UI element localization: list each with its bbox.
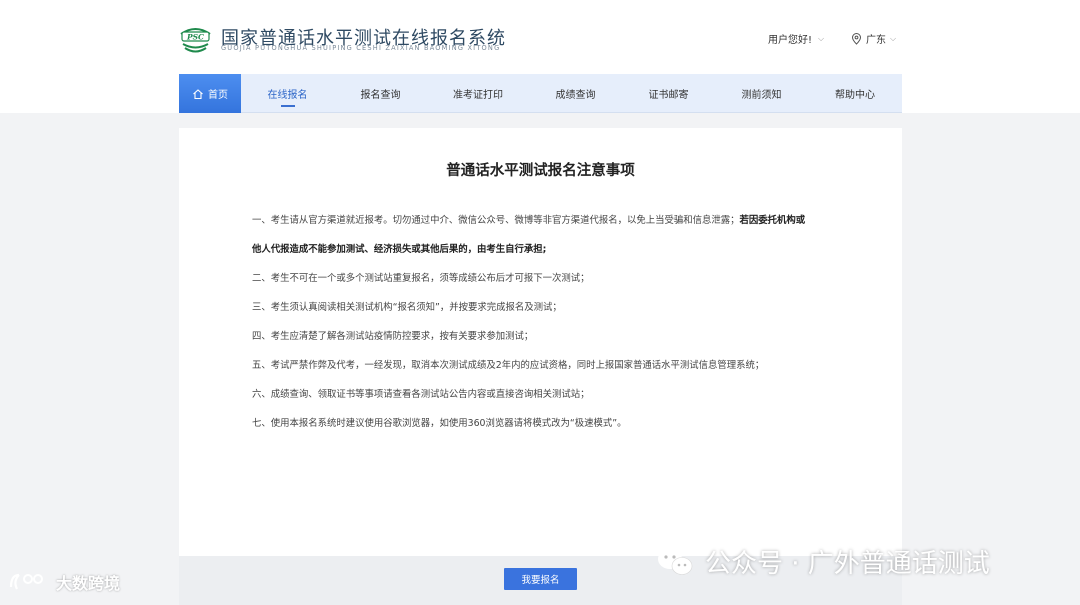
notice-title: 普通话水平测试报名注意事项 xyxy=(446,163,635,179)
nav-item-online-registration[interactable]: 在线报名 xyxy=(241,74,334,113)
wechat-icon xyxy=(658,548,693,575)
nav-label: 在线报名 xyxy=(267,90,308,101)
nav-item-certificate-mailing[interactable]: 证书邮寄 xyxy=(622,74,715,113)
notice-item-1: 一、考生请从官方渠道就近报考。切勿通过中介、微信公众号、微博等非官方渠道代报名，… xyxy=(252,212,805,226)
psc-emblem-icon: PSC xyxy=(180,28,211,53)
watermark-left: 大数跨境 xyxy=(8,570,120,594)
nav-item-score-query[interactable]: 成绩查询 xyxy=(529,74,622,113)
user-menu[interactable]: 用户您好! ⌵ xyxy=(768,31,825,47)
nav-label: 测前须知 xyxy=(741,90,782,101)
nav-item-home[interactable]: 首页 xyxy=(179,74,241,113)
nav-label: 准考证打印 xyxy=(453,90,503,101)
notice-item-3: 三、考生须认真阅读相关测试机构“报名须知”，并按要求完成报名及测试； xyxy=(252,302,562,313)
notice-item-2: 二、考生不可在一个或多个测试站重复报名，须等成绩公布后才可报下一次测试； xyxy=(252,273,590,284)
notice-item-1-bold-continued: 他人代报造成不能参加测试、经济损失或其他后果的，由考生自行承担; xyxy=(252,244,547,255)
chevron-down-icon: ⌵ xyxy=(890,33,897,43)
region-selector[interactable]: 广东 ⌵ xyxy=(851,31,896,46)
site-title-pinyin: GUOJIA PUTONGHUA SHUIPING CESHI ZAIXIAN … xyxy=(221,44,501,52)
notice-item-4: 四、考生应清楚了解各测试站疫情防控要求，按有关要求参加测试； xyxy=(252,331,534,342)
watermark-right-text: 公众号 · 广外普通话测试 xyxy=(705,549,990,579)
notice-item-1-continued: 他人代报造成不能参加测试、经济损失或其他后果的，由考生自行承担; xyxy=(252,241,546,255)
user-greeting-label: 用户您好! xyxy=(768,35,813,46)
emblem-text: PSC xyxy=(186,33,204,42)
home-icon xyxy=(193,88,203,99)
apply-button[interactable]: 我要报名 xyxy=(504,568,577,590)
chevron-down-icon: ⌵ xyxy=(818,33,825,43)
nav-label: 报名查询 xyxy=(360,90,401,101)
notice-item-1-text: 一、考生请从官方渠道就近报考。切勿通过中介、微信公众号、微博等非官方渠道代报名，… xyxy=(252,215,740,226)
brand-logo-icon xyxy=(9,573,43,590)
watermark-right: 公众号 · 广外普通话测试 xyxy=(655,543,990,580)
notice-item-7: 七、使用本报名系统时建议使用谷歌浏览器，如使用360浏览器请将模式改为“极速模式… xyxy=(252,418,627,429)
notice-item-1-bold: 若因委托机构或 xyxy=(739,215,806,226)
nav-label: 成绩查询 xyxy=(555,90,596,101)
nav-label: 帮助中心 xyxy=(835,90,875,101)
nav-item-admission-ticket[interactable]: 准考证打印 xyxy=(427,74,529,113)
nav-active-indicator xyxy=(281,105,295,107)
watermark-left-text: 大数跨境 xyxy=(56,574,121,593)
notice-card: 普通话水平测试报名注意事项 一、考生请从官方渠道就近报考。切勿通过中介、微信公众… xyxy=(179,128,902,556)
top-header: PSC 国家普通话水平测试在线报名系统 GUOJIA PUTONGHUA SHU… xyxy=(0,0,1080,113)
nav-home-label: 首页 xyxy=(208,90,228,101)
nav-item-registration-query[interactable]: 报名查询 xyxy=(334,74,427,113)
nav-item-help-center[interactable]: 帮助中心 xyxy=(808,74,902,113)
notice-item-5: 五、考试严禁作弊及代考，一经发现，取消本次测试成绩及2年内的应试资格，同时上报国… xyxy=(252,360,765,371)
location-pin-icon xyxy=(851,32,862,45)
notice-item-6: 六、成绩查询、领取证书等事项请查看各测试站公告内容或直接咨询相关测试站； xyxy=(252,389,590,400)
nav-label: 证书邮寄 xyxy=(648,90,689,101)
region-label: 广东 xyxy=(866,35,886,46)
main-nav: 首页 在线报名 报名查询 准考证打印 成绩查询 证书邮寄 测前须知 帮助中心 xyxy=(179,74,902,113)
nav-item-pre-test-notes[interactable]: 测前须知 xyxy=(715,74,808,113)
